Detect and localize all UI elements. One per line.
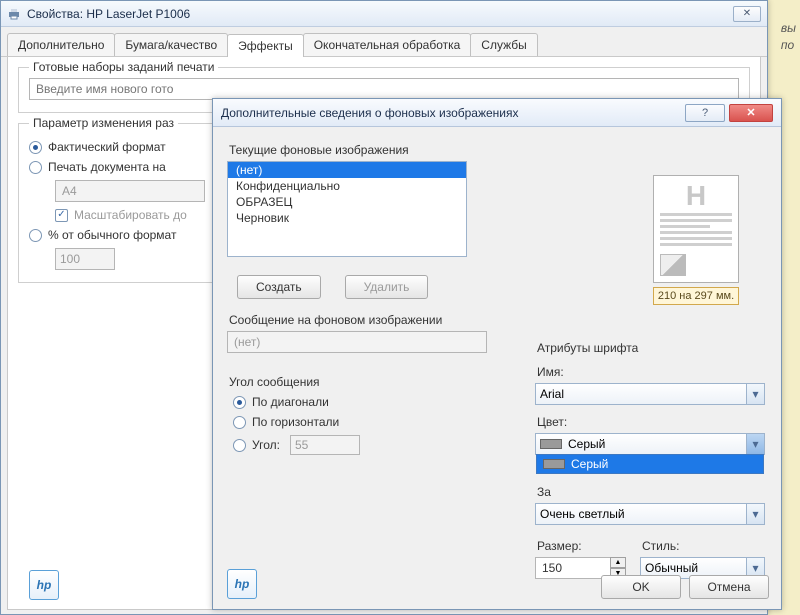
hp-logo-icon: hp: [227, 569, 257, 599]
tab-services[interactable]: Службы: [470, 33, 537, 56]
font-name-combo[interactable]: Arial ▾: [535, 383, 765, 405]
current-watermarks-label: Текущие фоновые изображения: [229, 143, 517, 157]
main-titlebar[interactable]: Свойства: HP LaserJet P1006 ✕: [1, 1, 767, 27]
chevron-down-icon: ▾: [746, 504, 764, 524]
angle-diagonal-radio[interactable]: По диагонали: [233, 395, 517, 409]
font-style-value: Обычный: [645, 561, 698, 575]
dialog-help-button[interactable]: ?: [685, 104, 725, 122]
tab-bar: Дополнительно Бумага/качество Эффекты Ок…: [1, 27, 767, 57]
page-preview: H 210 на 297 мм.: [641, 175, 751, 305]
cancel-button[interactable]: Отмена: [689, 575, 769, 599]
radio-icon: [233, 396, 246, 409]
color-swatch-icon: [540, 439, 562, 449]
hp-logo-icon: hp: [29, 570, 59, 600]
angle-custom-label: Угол:: [252, 438, 280, 452]
watermark-dialog: Дополнительные сведения о фоновых изобра…: [212, 98, 782, 610]
tab-additional[interactable]: Дополнительно: [7, 33, 115, 56]
radio-print-on-label: Печать документа на: [48, 160, 166, 174]
font-color-label: Цвет:: [537, 415, 765, 429]
preview-dimensions: 210 на 297 мм.: [653, 287, 739, 305]
list-item[interactable]: Черновик: [228, 210, 466, 226]
size-label: Размер:: [537, 539, 626, 553]
chevron-down-icon: ▾: [746, 384, 764, 404]
angle-horizontal-label: По горизонтали: [252, 415, 339, 429]
angle-diagonal-label: По диагонали: [252, 395, 329, 409]
font-attributes-label: Атрибуты шрифта: [537, 341, 765, 355]
checkbox-icon: [55, 209, 68, 222]
radio-icon: [29, 161, 42, 174]
watermark-message-input[interactable]: [227, 331, 487, 353]
style-label: Стиль:: [642, 539, 765, 553]
font-color-combo[interactable]: Серый ▾ Серый: [535, 433, 765, 455]
main-window-title: Свойства: HP LaserJet P1006: [27, 7, 190, 21]
percent-input: [55, 248, 115, 270]
dialog-title: Дополнительные сведения о фоновых изобра…: [221, 106, 519, 120]
angle-value-input: [290, 435, 360, 455]
color-option-label: Серый: [571, 457, 608, 471]
message-label: Сообщение на фоновом изображении: [229, 313, 517, 327]
color-swatch-icon: [543, 459, 565, 469]
shade-combo[interactable]: Очень светлый ▾: [535, 503, 765, 525]
radio-percent-label: % от обычного формат: [48, 228, 176, 242]
ok-button[interactable]: OK: [601, 575, 681, 599]
preset-name-input[interactable]: [29, 78, 739, 100]
printer-icon: [7, 7, 21, 21]
tab-effects[interactable]: Эффекты: [227, 34, 304, 57]
chevron-down-icon: ▾: [746, 434, 764, 454]
radio-icon: [29, 229, 42, 242]
scale-to-fit-check: Масштабировать до: [55, 208, 207, 222]
radio-icon: [233, 416, 246, 429]
paper-size-input: [55, 180, 205, 202]
presets-legend: Готовые наборы заданий печати: [29, 60, 218, 74]
list-item[interactable]: (нет): [228, 162, 466, 178]
side-note-2: по: [781, 37, 796, 54]
radio-percent[interactable]: % от обычного формат: [29, 228, 207, 242]
main-close-button[interactable]: ✕: [733, 6, 761, 22]
font-name-label: Имя:: [537, 365, 765, 379]
font-color-value: Серый: [568, 437, 605, 451]
side-note-1: вы: [781, 20, 796, 37]
delete-button: Удалить: [345, 275, 429, 299]
angle-horizontal-radio[interactable]: По горизонтали: [233, 415, 517, 429]
list-item[interactable]: Конфиденциально: [228, 178, 466, 194]
font-size-input[interactable]: [535, 557, 611, 579]
dialog-titlebar[interactable]: Дополнительные сведения о фоновых изобра…: [213, 99, 781, 127]
list-item[interactable]: ОБРАЗЕЦ: [228, 194, 466, 210]
radio-icon: [29, 141, 42, 154]
resize-group: Параметр изменения раз Фактический форма…: [18, 123, 218, 283]
color-option[interactable]: Серый: [537, 455, 763, 473]
tab-paper-quality[interactable]: Бумага/качество: [114, 33, 228, 56]
shade-label: За: [537, 485, 765, 499]
spin-up-icon[interactable]: ▲: [610, 557, 626, 568]
scale-label: Масштабировать до: [74, 208, 187, 222]
angle-label: Угол сообщения: [229, 375, 517, 389]
shade-value: Очень светлый: [540, 507, 625, 521]
create-button[interactable]: Создать: [237, 275, 321, 299]
radio-print-on[interactable]: Печать документа на: [29, 160, 207, 174]
preview-image-icon: [660, 254, 686, 276]
color-dropdown[interactable]: Серый: [536, 454, 764, 474]
watermark-listbox[interactable]: (нет) Конфиденциально ОБРАЗЕЦ Черновик: [227, 161, 467, 257]
radio-icon: [233, 439, 246, 452]
radio-actual-size[interactable]: Фактический формат: [29, 140, 207, 154]
angle-custom-radio[interactable]: Угол:: [233, 435, 517, 455]
dialog-close-button[interactable]: ✕: [729, 104, 773, 122]
resize-legend: Параметр изменения раз: [29, 116, 178, 130]
preview-h-icon: H: [660, 182, 732, 210]
font-name-value: Arial: [540, 387, 564, 401]
tab-finishing[interactable]: Окончательная обработка: [303, 33, 472, 56]
radio-actual-label: Фактический формат: [48, 140, 166, 154]
